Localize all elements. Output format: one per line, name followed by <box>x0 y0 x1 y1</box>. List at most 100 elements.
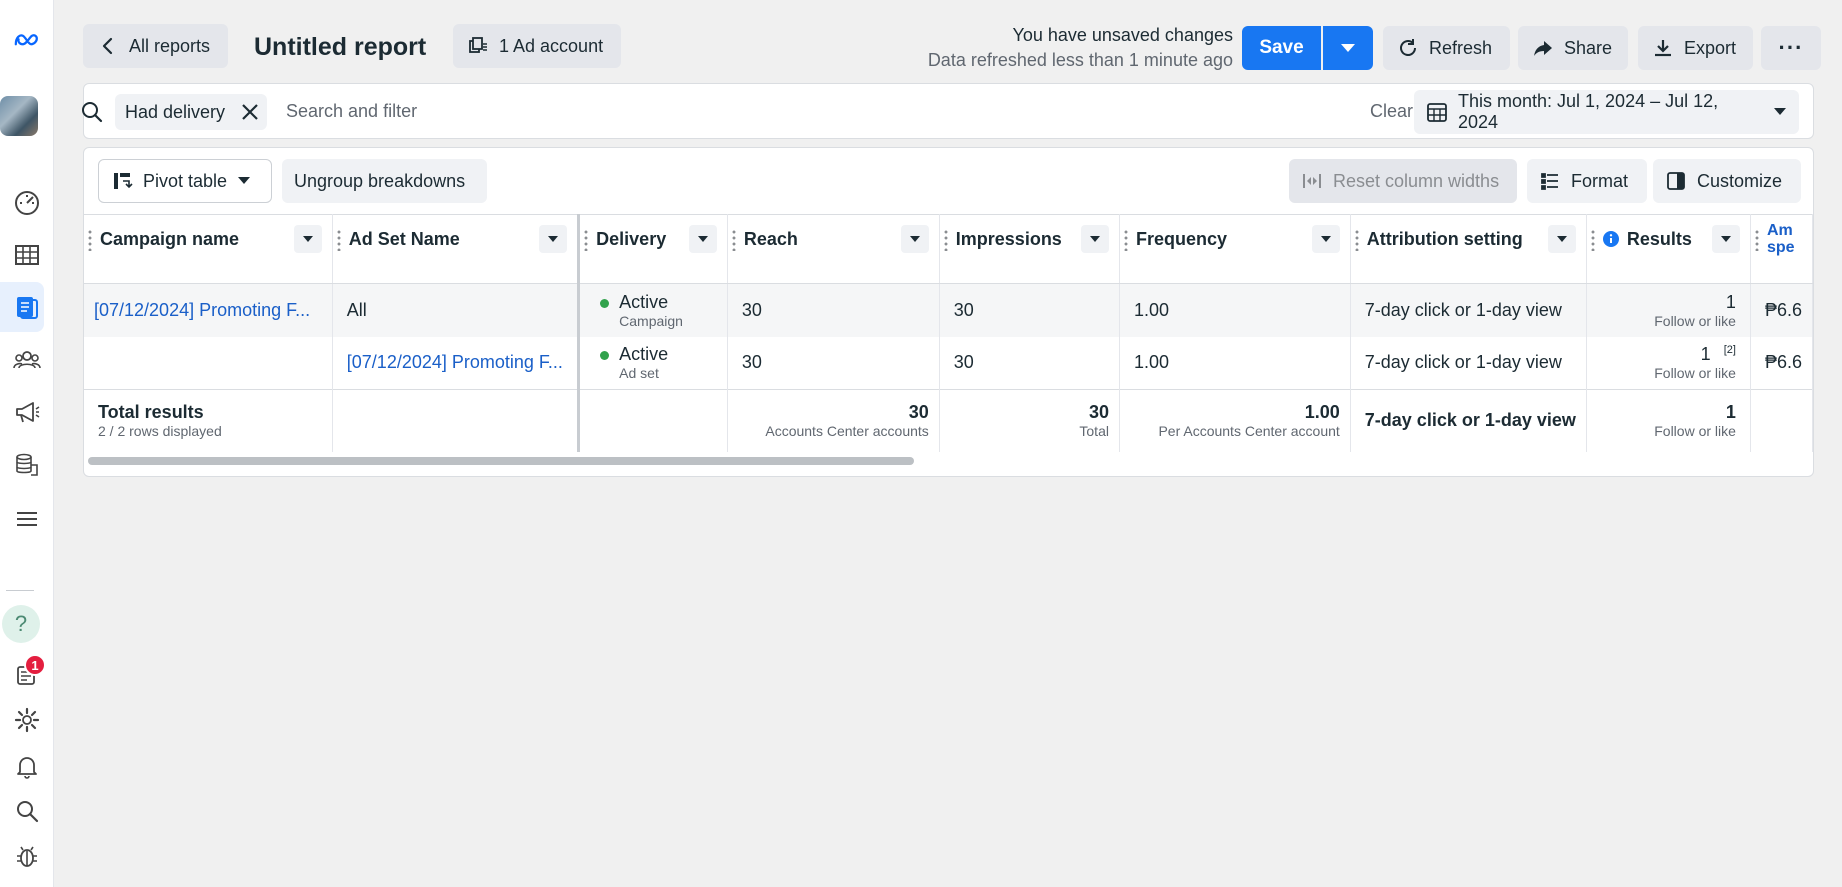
caret-down-icon <box>697 236 708 242</box>
delivery-level: Ad set <box>619 365 659 382</box>
column-menu-button[interactable] <box>688 225 717 253</box>
column-menu-button[interactable] <box>1547 225 1576 253</box>
total-results-row: Total results 2 / 2 rows displayed 30 Ac… <box>84 389 1813 452</box>
delivery-level: Campaign <box>619 312 683 329</box>
info-icon[interactable] <box>1602 231 1619 247</box>
clear-filters-button[interactable]: Clear <box>1370 101 1413 122</box>
date-range-picker[interactable]: This month: Jul 1, 2024 – Jul 12, 2024 <box>1414 90 1799 134</box>
meta-logo-icon[interactable] <box>0 18 53 62</box>
ungroup-breakdowns-button[interactable]: Ungroup breakdowns <box>282 159 487 203</box>
bell-icon[interactable] <box>0 744 53 788</box>
billing-coins-icon[interactable] <box>0 443 53 487</box>
column-header-impressions[interactable]: Impressions <box>939 214 1120 284</box>
had-delivery-filter-chip[interactable]: Had delivery <box>115 94 268 130</box>
table-row[interactable]: [07/12/2024] Promoting F... Active Ad se… <box>84 336 1813 390</box>
empty-cell <box>332 389 581 452</box>
caret-down-icon <box>1089 236 1100 242</box>
results-cell: 1 [2] Follow or like <box>1586 336 1751 390</box>
total-label-cell: Total results 2 / 2 rows displayed <box>84 389 333 452</box>
empty-cell <box>578 389 728 452</box>
caret-down-icon <box>1773 108 1786 115</box>
pivot-table-dropdown[interactable]: Pivot table <box>98 159 272 203</box>
all-reports-back-button[interactable]: All reports <box>83 24 228 68</box>
refresh-button[interactable]: Refresh <box>1383 26 1510 70</box>
drag-handle-icon[interactable] <box>336 229 341 251</box>
column-header-campaign-name[interactable]: Campaign name <box>84 214 333 284</box>
bug-icon[interactable] <box>0 834 53 878</box>
caret-down-icon <box>302 236 313 242</box>
megaphone-icon[interactable] <box>0 390 53 434</box>
drag-handle-icon[interactable] <box>1754 229 1759 251</box>
pivot-table-icon <box>114 173 133 189</box>
format-button[interactable]: Format <box>1527 159 1647 203</box>
column-menu-button[interactable] <box>1711 225 1740 253</box>
drag-handle-icon[interactable] <box>88 229 92 251</box>
save-button[interactable]: Save <box>1242 26 1321 70</box>
menu-icon[interactable] <box>0 497 53 541</box>
column-header-reach[interactable]: Reach <box>727 214 940 284</box>
column-menu-button[interactable] <box>539 225 568 253</box>
reports-icon[interactable] <box>0 285 53 329</box>
horizontal-scrollbar[interactable] <box>88 457 914 465</box>
campaign-name-cell <box>84 336 333 390</box>
drag-handle-icon[interactable] <box>1590 229 1595 251</box>
frequency-cell: 1.00 <box>1119 336 1351 390</box>
total-results-cell: 1 Follow or like <box>1586 389 1751 452</box>
amount-spent-cell: ₱6.6 <box>1750 336 1813 390</box>
share-button[interactable]: Share <box>1518 26 1628 70</box>
export-button[interactable]: Export <box>1638 26 1753 70</box>
total-impressions-cell: 30 Total <box>939 389 1120 452</box>
drag-handle-icon[interactable] <box>943 229 948 251</box>
caret-down-icon <box>1341 44 1355 52</box>
report-title[interactable]: Untitled report <box>254 33 426 62</box>
campaign-name-link[interactable]: [07/12/2024] Promoting F... <box>84 283 333 337</box>
drag-handle-icon[interactable] <box>731 229 736 251</box>
column-header-ad-set-name[interactable]: Ad Set Name <box>332 214 581 284</box>
column-menu-button[interactable] <box>293 225 322 253</box>
more-options-button[interactable]: ··· <box>1761 26 1821 70</box>
column-header-delivery[interactable]: Delivery <box>578 214 728 284</box>
ad-set-name-link[interactable]: [07/12/2024] Promoting F... <box>332 336 581 390</box>
column-label: Campaign name <box>100 228 240 249</box>
settings-gear-icon[interactable] <box>0 698 53 742</box>
download-icon <box>1655 40 1671 57</box>
results-value: 1 <box>1725 291 1736 312</box>
total-frequency-cell: 1.00 Per Accounts Center account <box>1119 389 1351 452</box>
refresh-label: Refresh <box>1429 37 1493 58</box>
reach-cell: 30 <box>727 283 940 337</box>
amount-spent-cell: ₱6.6 <box>1750 283 1813 337</box>
close-icon[interactable] <box>241 103 259 121</box>
table-row[interactable]: [07/12/2024] Promoting F... All Active C… <box>84 283 1813 337</box>
overview-gauge-icon[interactable] <box>0 180 53 224</box>
reset-column-widths-button[interactable]: Reset column widths <box>1289 159 1517 203</box>
column-label: Ad Set Name <box>348 228 460 249</box>
column-header-frequency[interactable]: Frequency <box>1119 214 1351 284</box>
column-header-amount-spent[interactable]: Am spe <box>1750 214 1813 284</box>
drag-handle-icon[interactable] <box>584 229 589 251</box>
column-header-results[interactable]: Results <box>1586 214 1751 284</box>
column-header-attribution-setting[interactable]: Attribution setting <box>1350 214 1587 284</box>
search-icon[interactable] <box>0 789 53 833</box>
column-label: Am spe <box>1766 222 1795 256</box>
save-options-dropdown-button[interactable] <box>1323 26 1373 70</box>
ad-account-label: 1 Ad account <box>499 35 604 56</box>
customize-button[interactable]: Customize <box>1653 159 1801 203</box>
table-grid-icon[interactable] <box>0 233 53 277</box>
total-results-label: Total results <box>98 402 204 423</box>
drag-handle-icon[interactable] <box>1123 229 1128 251</box>
profile-avatar[interactable] <box>0 96 38 136</box>
ad-accounts-icon <box>469 37 487 53</box>
total-impressions-unit: Total <box>1079 423 1109 440</box>
search-input[interactable]: Search and filter <box>286 101 417 122</box>
ad-account-selector-button[interactable]: 1 Ad account <box>453 24 621 68</box>
drag-handle-icon[interactable] <box>1354 229 1359 251</box>
column-menu-button[interactable] <box>900 225 929 253</box>
column-menu-button[interactable] <box>1311 225 1340 253</box>
total-results-type: Follow or like <box>1654 423 1736 440</box>
results-footnote[interactable]: [2] <box>1724 344 1736 356</box>
audiences-icon[interactable] <box>0 338 53 382</box>
help-icon[interactable]: ? <box>2 605 40 643</box>
total-frequency-value: 1.00 <box>1304 402 1340 423</box>
ad-set-name-cell: All <box>332 283 581 337</box>
column-menu-button[interactable] <box>1080 225 1109 253</box>
